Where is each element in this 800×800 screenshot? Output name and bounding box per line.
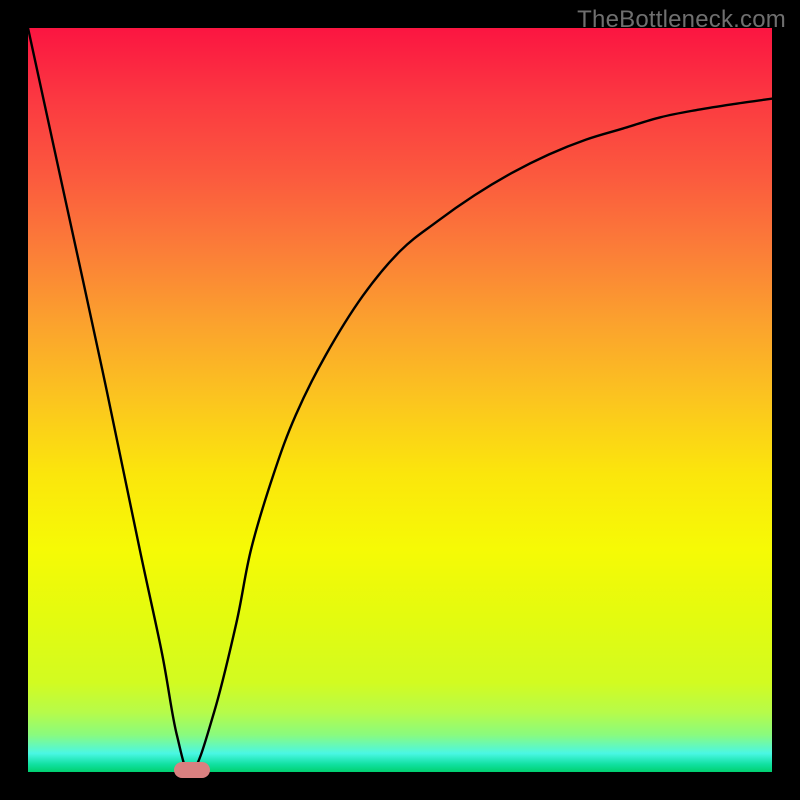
watermark-text: TheBottleneck.com <box>577 6 786 34</box>
optimum-marker <box>174 762 210 778</box>
bottleneck-curve <box>28 28 772 772</box>
chart-frame: TheBottleneck.com <box>0 0 800 800</box>
plot-area <box>28 28 772 772</box>
